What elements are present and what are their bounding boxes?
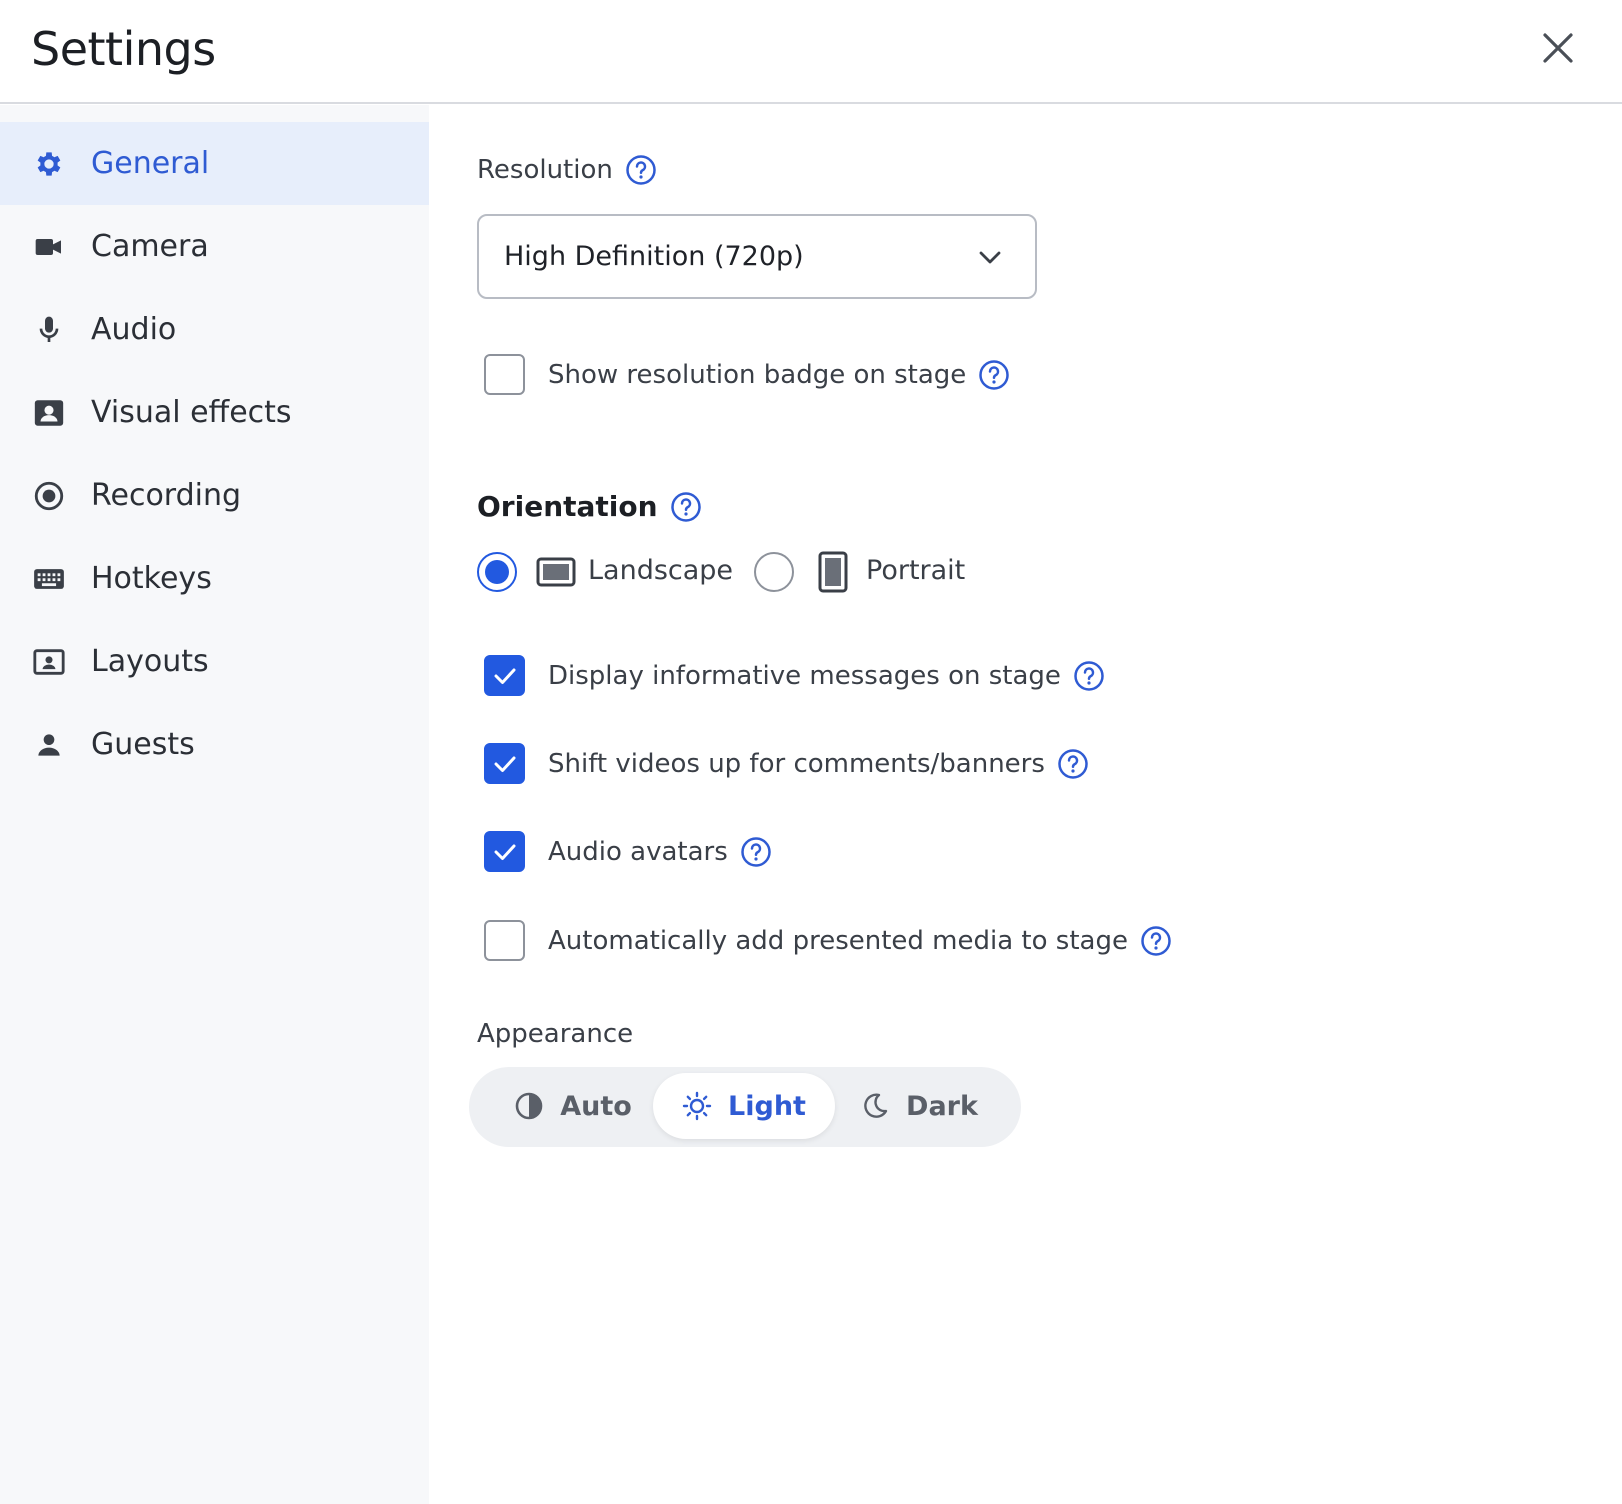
settings-header: Settings bbox=[0, 0, 1622, 104]
resolution-label-text: Resolution bbox=[477, 155, 613, 185]
shift-videos-row: Shift videos up for comments/banners bbox=[484, 743, 1089, 784]
audio-avatars-row: Audio avatars bbox=[484, 831, 772, 872]
appearance-light-label: Light bbox=[728, 1090, 806, 1122]
help-icon[interactable] bbox=[670, 491, 702, 523]
gear-icon bbox=[32, 147, 66, 181]
informative-messages-checkbox[interactable] bbox=[484, 655, 525, 696]
auto-add-media-checkbox[interactable] bbox=[484, 920, 525, 961]
checkmark-icon bbox=[494, 756, 515, 772]
resolution-select-value: High Definition (720p) bbox=[504, 241, 804, 272]
help-icon[interactable] bbox=[1057, 748, 1089, 780]
sidebar-item-visual-effects[interactable]: Visual effects bbox=[0, 371, 429, 454]
help-icon[interactable] bbox=[1073, 660, 1105, 692]
sidebar-item-label: General bbox=[91, 146, 210, 181]
show-resolution-badge-checkbox[interactable] bbox=[484, 354, 525, 395]
help-icon[interactable] bbox=[978, 359, 1010, 391]
sidebar-item-label: Layouts bbox=[91, 644, 209, 679]
help-icon[interactable] bbox=[1140, 925, 1172, 957]
appearance-auto-option[interactable]: Auto bbox=[489, 1073, 657, 1139]
appearance-label: Appearance bbox=[477, 1019, 634, 1049]
appearance-light-option[interactable]: Light bbox=[653, 1073, 835, 1139]
show-resolution-badge-row: Show resolution badge on stage bbox=[484, 354, 1010, 395]
help-icon[interactable] bbox=[740, 836, 772, 868]
sidebar-item-label: Guests bbox=[91, 727, 195, 762]
sidebar-item-general[interactable]: General bbox=[0, 122, 429, 205]
help-icon[interactable] bbox=[625, 154, 657, 186]
record-icon bbox=[32, 479, 66, 513]
appearance-dark-label: Dark bbox=[906, 1090, 978, 1122]
appearance-auto-label: Auto bbox=[560, 1090, 632, 1122]
resolution-label: Resolution bbox=[477, 154, 657, 186]
appearance-toggle: Auto Light Dark bbox=[469, 1067, 1021, 1147]
informative-messages-label: Display informative messages on stage bbox=[548, 660, 1061, 691]
moon-icon bbox=[860, 1091, 890, 1121]
close-icon bbox=[1543, 33, 1573, 63]
audio-avatars-label: Audio avatars bbox=[548, 836, 728, 867]
sun-icon bbox=[682, 1091, 712, 1121]
portrait-icon bbox=[818, 551, 848, 593]
show-resolution-badge-label: Show resolution badge on stage bbox=[548, 359, 967, 390]
informative-messages-row: Display informative messages on stage bbox=[484, 655, 1105, 696]
appearance-dark-option[interactable]: Dark bbox=[835, 1073, 1003, 1139]
person-card-icon bbox=[32, 396, 66, 430]
auto-add-media-label: Automatically add presented media to sta… bbox=[548, 925, 1128, 956]
auto-add-media-row: Automatically add presented media to sta… bbox=[484, 920, 1172, 961]
sidebar-item-label: Audio bbox=[91, 312, 177, 347]
landscape-icon bbox=[536, 557, 576, 587]
sidebar-item-hotkeys[interactable]: Hotkeys bbox=[0, 537, 429, 620]
settings-sidebar: General Camera Audio Visual effects Reco… bbox=[0, 105, 429, 1504]
shift-videos-label: Shift videos up for comments/banners bbox=[548, 748, 1045, 779]
general-settings-panel: Resolution High Definition (720p) Show r… bbox=[429, 105, 1622, 1504]
landscape-radio[interactable] bbox=[477, 552, 517, 592]
resolution-select[interactable]: High Definition (720p) bbox=[477, 214, 1037, 299]
sidebar-item-guests[interactable]: Guests bbox=[0, 703, 429, 786]
landscape-label[interactable]: Landscape bbox=[588, 555, 733, 586]
microphone-icon bbox=[32, 313, 66, 347]
sidebar-item-audio[interactable]: Audio bbox=[0, 288, 429, 371]
close-button[interactable] bbox=[1534, 24, 1582, 72]
person-icon bbox=[32, 728, 66, 762]
sidebar-item-label: Visual effects bbox=[91, 395, 292, 430]
portrait-label[interactable]: Portrait bbox=[866, 555, 965, 586]
sidebar-item-label: Recording bbox=[91, 478, 242, 513]
camera-icon bbox=[32, 230, 66, 264]
layout-icon bbox=[32, 645, 66, 679]
sidebar-item-label: Camera bbox=[91, 229, 209, 264]
sidebar-item-layouts[interactable]: Layouts bbox=[0, 620, 429, 703]
shift-videos-checkbox[interactable] bbox=[484, 743, 525, 784]
audio-avatars-checkbox[interactable] bbox=[484, 831, 525, 872]
sidebar-item-camera[interactable]: Camera bbox=[0, 205, 429, 288]
orientation-title: Orientation bbox=[477, 490, 702, 523]
sidebar-item-label: Hotkeys bbox=[91, 561, 212, 596]
page-title: Settings bbox=[31, 22, 216, 76]
chevron-down-icon bbox=[979, 251, 1001, 264]
half-circle-icon bbox=[514, 1091, 544, 1121]
checkmark-icon bbox=[494, 844, 515, 860]
keyboard-icon bbox=[32, 562, 66, 596]
checkmark-icon bbox=[494, 668, 515, 684]
portrait-radio[interactable] bbox=[754, 552, 794, 592]
orientation-title-text: Orientation bbox=[477, 490, 658, 523]
sidebar-item-recording[interactable]: Recording bbox=[0, 454, 429, 537]
